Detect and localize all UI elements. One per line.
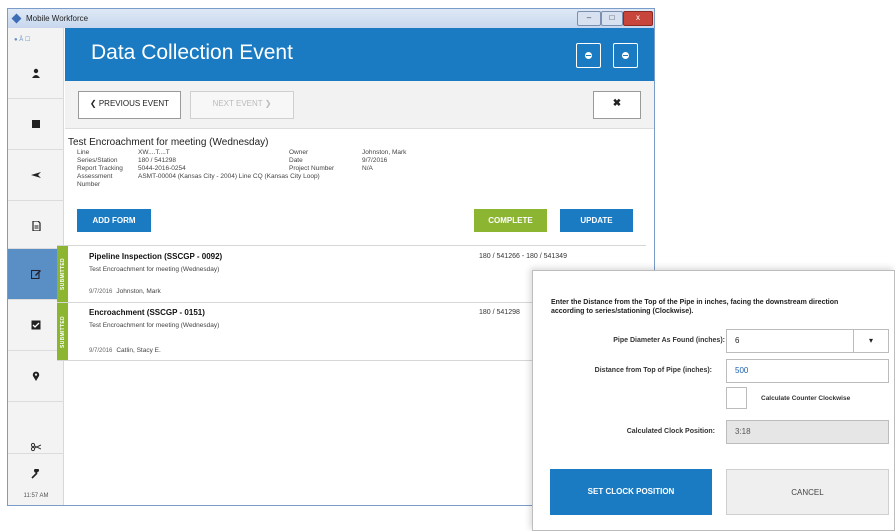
app-icon: [11, 13, 22, 24]
counter-clockwise-checkbox[interactable]: [726, 387, 747, 409]
value-series-station: 180 / 541298: [138, 157, 176, 164]
label-series-station: Series/Station: [77, 157, 118, 164]
set-clock-position-button[interactable]: SET CLOCK POSITION: [550, 469, 712, 515]
pipe-diameter-value: 6: [735, 336, 740, 345]
pipe-diameter-select[interactable]: 6 ▾: [726, 329, 889, 353]
value-project-number: N/A: [362, 165, 373, 172]
plus-circle-icon: [622, 52, 629, 59]
page-title: Data Collection Event: [91, 41, 293, 64]
chevron-down-icon[interactable]: ▾: [853, 330, 888, 352]
event-title: Test Encroachment for meeting (Wednesday…: [68, 137, 269, 148]
form-station-range: 180 / 541298: [479, 309, 520, 316]
edit-icon: [31, 269, 41, 279]
sidebar-item-edit[interactable]: [8, 249, 64, 299]
form-date: 9/7/2016: [89, 289, 113, 295]
wrench-icon: [31, 469, 40, 479]
value-assessment-number: ASMT-00004 (Kansas City - 2004) Line CQ …: [138, 173, 320, 180]
form-subtitle: Test Encroachment for meeting (Wednesday…: [89, 322, 220, 329]
sidebar-item-plane[interactable]: [8, 150, 64, 200]
window-titlebar[interactable]: Mobile Workforce – □ x: [8, 9, 654, 28]
status-badge-text: SUBMITTED: [59, 258, 66, 290]
sidebar-status-glyphs: ● Å ☐: [14, 37, 31, 43]
event-right-values: Johnston, Mark 9/7/2016 N/A: [362, 149, 462, 173]
minus-circle-icon: [585, 52, 592, 59]
sidebar-item-checkbox[interactable]: [8, 300, 64, 350]
clock-position-dialog: Enter the Distance from the Top of the P…: [532, 270, 895, 531]
location-pin-icon: [32, 371, 40, 381]
clock-position-value: 3:18: [726, 420, 889, 444]
label-assessment-number: Assessment Number: [77, 173, 113, 188]
event-left-labels: Line Series/Station Report Tracking Asse…: [77, 149, 137, 189]
plane-icon: [31, 172, 41, 178]
form-station-range: 180 / 541266 - 180 / 541349: [479, 253, 567, 260]
event-right-labels: Owner Date Project Number: [289, 149, 359, 173]
form-person: Catlin, Stacy E.: [116, 347, 161, 354]
clock-position-label: Calculated Clock Position:: [626, 428, 715, 435]
sidebar-item-location[interactable]: [8, 351, 64, 401]
label-line: Line: [77, 149, 90, 156]
value-date: 9/7/2016: [362, 157, 388, 164]
distance-input[interactable]: 500: [726, 359, 889, 383]
label-date: Date: [289, 157, 303, 164]
expand-button[interactable]: [613, 43, 638, 68]
form-subtitle: Test Encroachment for meeting (Wednesday…: [89, 266, 220, 273]
sidebar-item-settings[interactable]: [8, 454, 64, 494]
page-header: Data Collection Event: [65, 28, 654, 81]
value-report-tracking: 5044-2016-0254: [138, 165, 186, 172]
sidebar-item-user[interactable]: [8, 48, 64, 98]
label-report-tracking: Report Tracking: [77, 165, 123, 172]
maximize-button[interactable]: □: [601, 11, 623, 26]
square-icon: [32, 120, 40, 128]
form-title: Encroachment (SSCGP - 0151): [89, 308, 205, 317]
distance-label: Distance from Top of Pipe (inches):: [594, 367, 712, 374]
complete-button[interactable]: COMPLETE: [474, 209, 547, 232]
user-icon: [32, 68, 40, 78]
sidebar-divider: [8, 401, 64, 402]
sidebar-item-square[interactable]: [8, 99, 64, 149]
minimize-button[interactable]: –: [577, 11, 601, 26]
label-owner: Owner: [289, 149, 309, 156]
label-project-number: Project Number: [289, 165, 335, 172]
pipe-diameter-label: Pipe Diameter As Found (inches):: [613, 337, 725, 344]
status-badge: SUBMITTED: [57, 246, 68, 302]
update-button[interactable]: UPDATE: [560, 209, 633, 232]
document-icon: [32, 221, 41, 231]
form-date: 9/7/2016: [89, 348, 113, 354]
form-person: Johnston, Mark: [116, 288, 161, 295]
counter-clockwise-label: Calculate Counter Clockwise: [761, 395, 851, 402]
event-navigation: ❮ PREVIOUS EVENT NEXT EVENT ❯ ✖: [65, 81, 654, 129]
add-form-button[interactable]: ADD FORM: [77, 209, 151, 232]
status-badge-text: SUBMITTED: [59, 315, 66, 348]
close-event-button[interactable]: ✖: [593, 91, 641, 119]
dialog-instructions: Enter the Distance from the Top of the P…: [551, 299, 839, 315]
collapse-button[interactable]: [576, 43, 601, 68]
value-owner: Johnston, Mark: [362, 149, 407, 156]
next-event-button[interactable]: NEXT EVENT ❯: [190, 91, 294, 119]
form-meta: 9/7/2016 Johnston, Mark: [89, 288, 161, 295]
checkbox-icon: [31, 320, 41, 330]
previous-event-button[interactable]: ❮ PREVIOUS EVENT: [78, 91, 181, 119]
status-badge: SUBMITTED: [57, 303, 68, 360]
event-left-values: XW....T....T 180 / 541298 5044-2016-0254…: [138, 149, 398, 181]
value-line: XW....T....T: [138, 149, 170, 156]
clock-time: 11:57 AM: [23, 493, 49, 499]
cancel-button[interactable]: CANCEL: [726, 469, 889, 515]
sidebar-item-document[interactable]: [8, 201, 64, 251]
form-meta: 9/7/2016 Catlin, Stacy E.: [89, 347, 161, 354]
scissors-icon: [31, 442, 41, 452]
window-title: Mobile Workforce: [26, 14, 89, 23]
close-window-button[interactable]: x: [623, 11, 653, 26]
sidebar: ● Å ☐ 11:57 AM: [8, 28, 64, 505]
form-title: Pipeline Inspection (SSCGP - 0092): [89, 252, 223, 261]
